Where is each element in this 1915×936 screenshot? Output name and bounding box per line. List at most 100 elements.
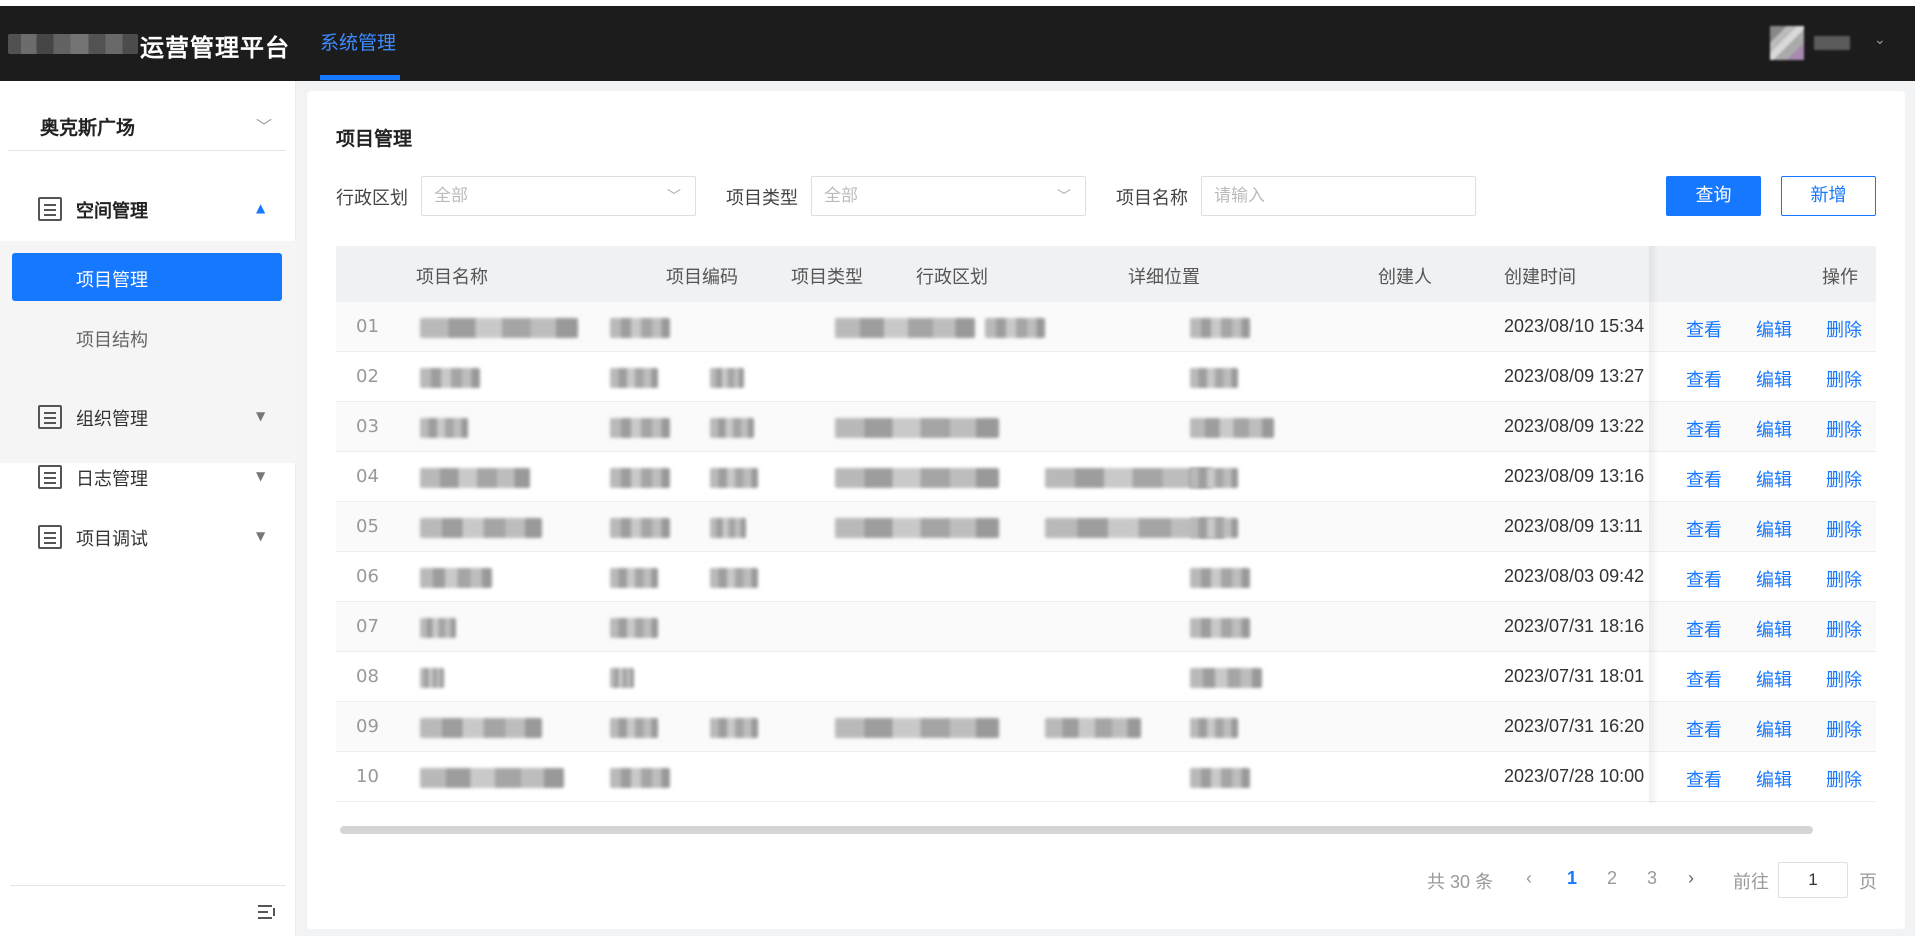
sidebar-item-log-management[interactable]: 日志管理 ▼: [0, 447, 296, 507]
collapse-sidebar-icon[interactable]: [258, 903, 278, 921]
goto-page-input[interactable]: 1: [1778, 862, 1848, 898]
prev-page-icon[interactable]: ‹: [1526, 868, 1532, 889]
edit-button[interactable]: 编辑: [1756, 316, 1792, 342]
edit-button[interactable]: 编辑: [1756, 566, 1792, 592]
view-button[interactable]: 查看: [1686, 316, 1722, 342]
delete-button[interactable]: 删除: [1826, 366, 1862, 392]
delete-button[interactable]: 删除: [1826, 316, 1862, 342]
sidebar: 奥克斯广场 ﹀ 空间管理 ▲ 项目管理 项目结构 组织管理 ▼ 日志管理 ▼ 项…: [0, 81, 296, 936]
sidebar-divider: [10, 885, 286, 886]
column-header-type: 项目类型: [791, 267, 863, 288]
created-at-cell: 2023/08/03 09:42: [1504, 566, 1645, 586]
redacted-cell: [420, 318, 578, 338]
logo: [8, 34, 138, 54]
redacted-cell: [610, 768, 670, 788]
redacted-cell: [1190, 718, 1238, 738]
sidebar-item-space-management[interactable]: 空间管理 ▲: [0, 179, 296, 239]
app-title: 运营管理平台: [140, 34, 290, 62]
view-button[interactable]: 查看: [1686, 716, 1722, 742]
edit-button[interactable]: 编辑: [1756, 666, 1792, 692]
fixed-column-shadow: [1649, 246, 1659, 803]
page-2[interactable]: 2: [1607, 868, 1617, 889]
created-at-cell: 2023/08/09 13:22: [1504, 416, 1645, 436]
delete-button[interactable]: 删除: [1826, 516, 1862, 542]
delete-button[interactable]: 删除: [1826, 666, 1862, 692]
edit-button[interactable]: 编辑: [1756, 466, 1792, 492]
delete-button[interactable]: 删除: [1826, 466, 1862, 492]
redacted-cell: [420, 718, 542, 738]
edit-button[interactable]: 编辑: [1756, 366, 1792, 392]
building-icon: [38, 197, 62, 221]
delete-button[interactable]: 删除: [1826, 416, 1862, 442]
column-header-created-at: 创建时间: [1504, 267, 1576, 288]
created-at-cell: 2023/07/31 16:20: [1504, 716, 1645, 736]
redacted-cell: [610, 718, 658, 738]
table-row: 06 2023/08/03 09:42 查看 编辑 删除: [336, 552, 1876, 602]
project-name-label: 项目名称: [1116, 188, 1188, 209]
org-tree-icon: [38, 405, 62, 429]
edit-button[interactable]: 编辑: [1756, 716, 1792, 742]
redacted-cell: [1190, 618, 1250, 638]
row-index: 07: [356, 616, 379, 637]
delete-button[interactable]: 删除: [1826, 566, 1862, 592]
sidebar-item-label: 项目调试: [76, 529, 148, 550]
sidebar-item-org-management[interactable]: 组织管理 ▼: [0, 387, 296, 447]
row-index: 01: [356, 316, 379, 337]
chevron-down-icon: ﹀: [256, 117, 273, 136]
top-nav-system-management[interactable]: 系统管理: [320, 28, 396, 55]
view-button[interactable]: 查看: [1686, 666, 1722, 692]
user-menu[interactable]: ⌄: [1770, 26, 1890, 60]
horizontal-scrollbar[interactable]: [340, 826, 1813, 834]
site-selector[interactable]: 奥克斯广场 ﹀: [8, 99, 286, 151]
add-button[interactable]: 新增: [1781, 176, 1876, 216]
edit-button[interactable]: 编辑: [1756, 416, 1792, 442]
table-header: 项目名称 项目编码 项目类型 行政区划 详细位置 创建人 创建时间 操作: [336, 246, 1876, 302]
page-3[interactable]: 3: [1647, 868, 1657, 889]
view-button[interactable]: 查看: [1686, 366, 1722, 392]
project-name-input[interactable]: 请输入: [1201, 176, 1476, 216]
sidebar-item-project-debug[interactable]: 项目调试 ▼: [0, 507, 296, 567]
redacted-cell: [610, 568, 658, 588]
redacted-cell: [985, 318, 1045, 338]
created-at-cell: 2023/07/31 18:01: [1504, 666, 1645, 686]
redacted-cell: [710, 468, 758, 488]
view-button[interactable]: 查看: [1686, 516, 1722, 542]
edit-button[interactable]: 编辑: [1756, 516, 1792, 542]
username: [1814, 36, 1850, 50]
delete-button[interactable]: 删除: [1826, 616, 1862, 642]
redacted-cell: [1190, 668, 1262, 688]
caret-down-icon: ▼: [256, 409, 266, 423]
view-button[interactable]: 查看: [1686, 416, 1722, 442]
project-type-select[interactable]: 全部 ﹀: [811, 176, 1086, 216]
view-button[interactable]: 查看: [1686, 766, 1722, 792]
row-index: 02: [356, 366, 379, 387]
top-header: 运营管理平台 系统管理 ⌄: [0, 0, 1915, 81]
edit-button[interactable]: 编辑: [1756, 616, 1792, 642]
view-button[interactable]: 查看: [1686, 566, 1722, 592]
chevron-down-icon[interactable]: ⌄: [1874, 32, 1886, 48]
redacted-cell: [610, 668, 634, 688]
redacted-cell: [1045, 468, 1213, 488]
sidebar-item-project-structure[interactable]: 项目结构: [12, 313, 282, 361]
delete-button[interactable]: 删除: [1826, 766, 1862, 792]
table-row: 02 2023/08/09 13:27 查看 编辑 删除: [336, 352, 1876, 402]
next-page-icon[interactable]: ›: [1688, 868, 1694, 889]
sidebar-item-project-management[interactable]: 项目管理: [12, 253, 282, 301]
redacted-cell: [610, 318, 670, 338]
avatar[interactable]: [1770, 26, 1804, 60]
edit-button[interactable]: 编辑: [1756, 766, 1792, 792]
column-header-name: 项目名称: [416, 267, 488, 288]
row-index: 04: [356, 466, 379, 487]
redacted-cell: [710, 568, 758, 588]
view-button[interactable]: 查看: [1686, 616, 1722, 642]
delete-button[interactable]: 删除: [1826, 716, 1862, 742]
region-select[interactable]: 全部 ﹀: [421, 176, 696, 216]
redacted-cell: [420, 518, 542, 538]
redacted-cell: [710, 418, 754, 438]
table-row: 07 2023/07/31 18:16 查看 编辑 删除: [336, 602, 1876, 652]
query-button[interactable]: 查询: [1666, 176, 1761, 216]
page-1[interactable]: 1: [1567, 868, 1577, 889]
redacted-cell: [610, 418, 670, 438]
table-row: 03 2023/08/09 13:22 查看 编辑 删除: [336, 402, 1876, 452]
view-button[interactable]: 查看: [1686, 466, 1722, 492]
